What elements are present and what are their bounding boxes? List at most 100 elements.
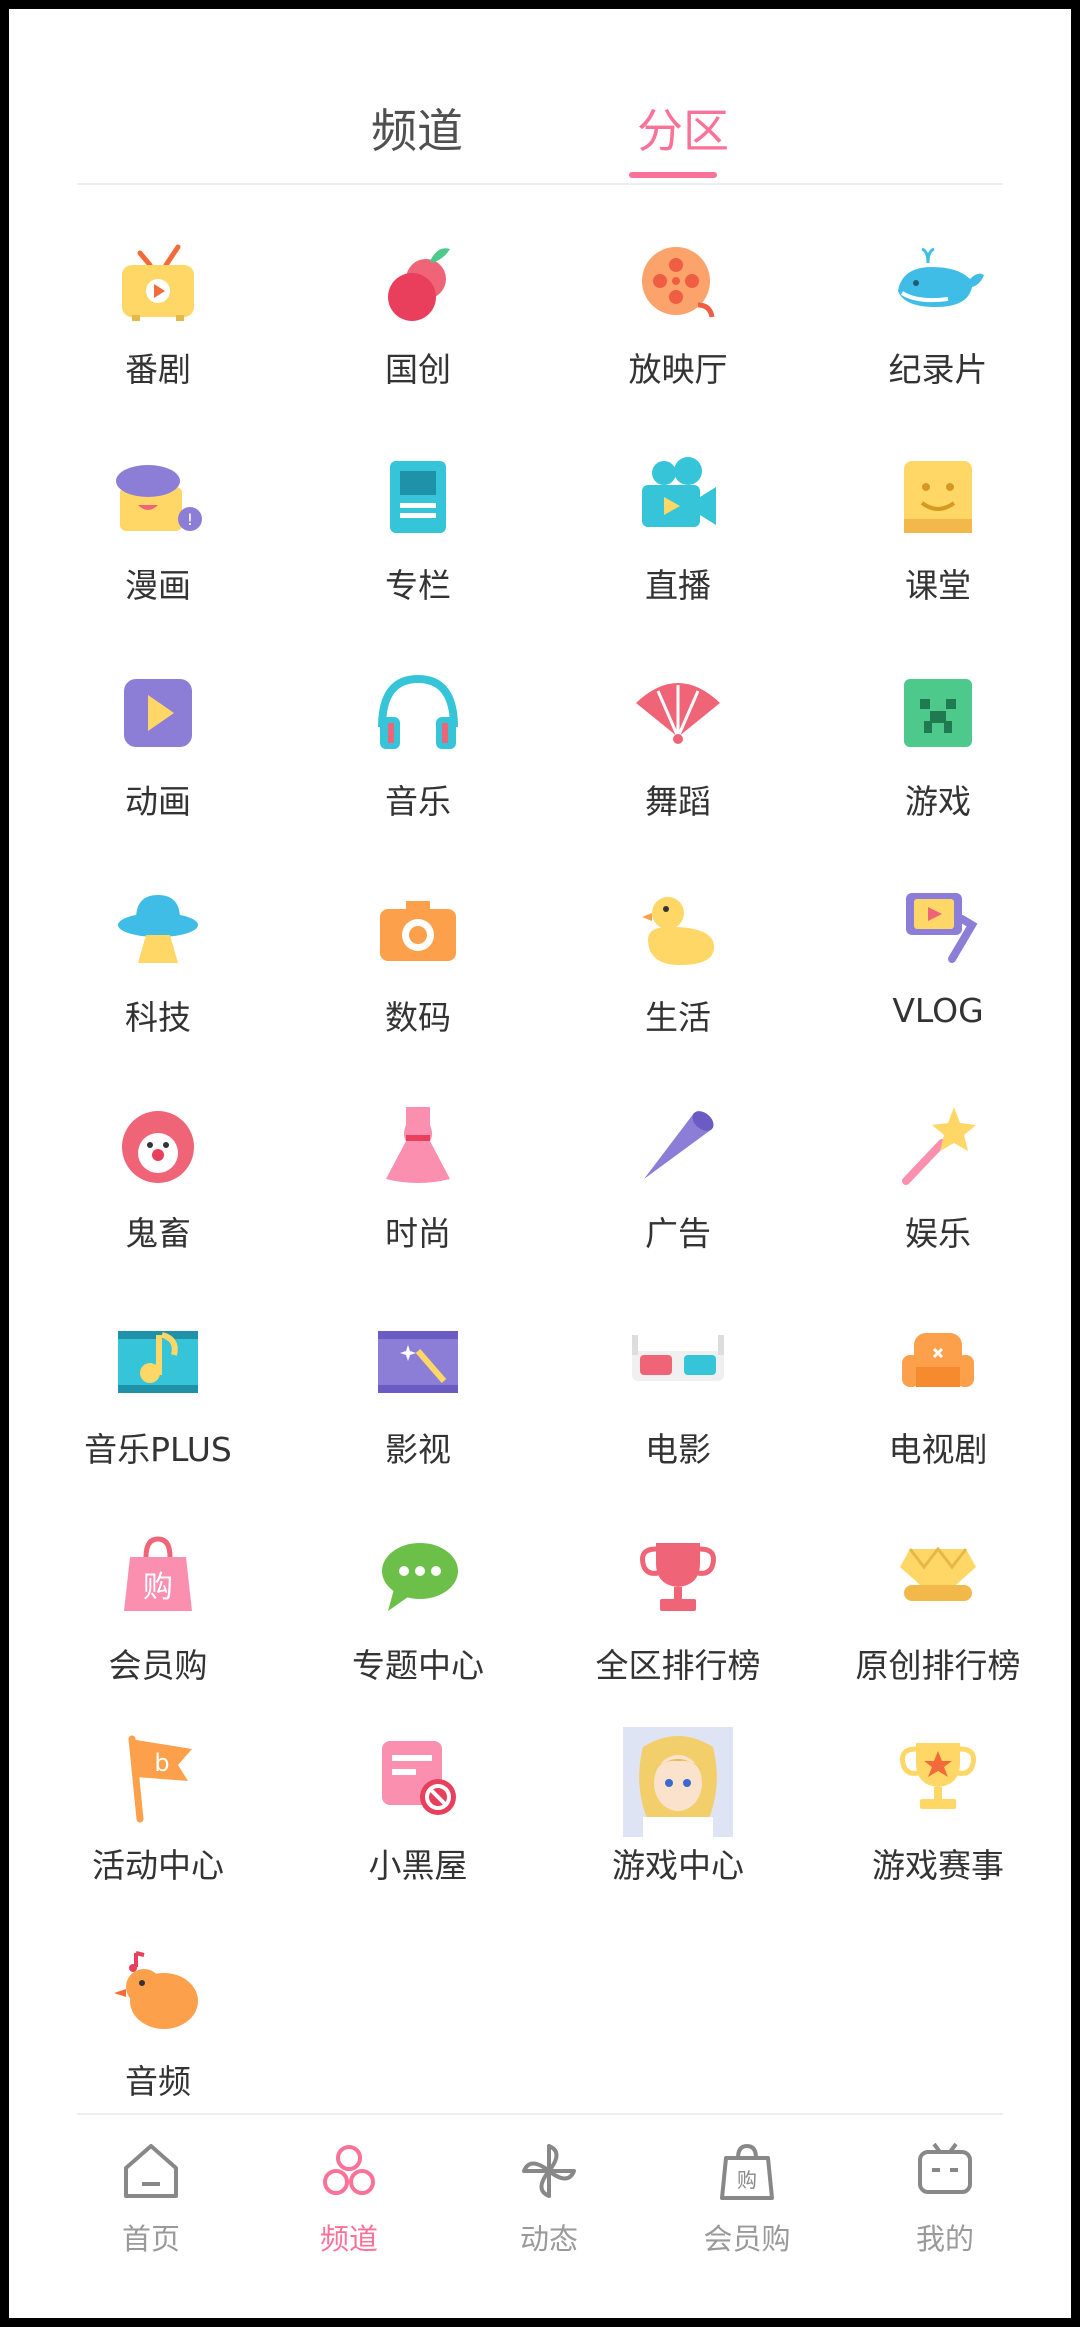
- category-item-youxi-zhongxin[interactable]: 游戏中心: [583, 1727, 773, 1897]
- tab-category[interactable]: 分区: [583, 101, 783, 161]
- category-label: 小黑屋: [368, 1846, 468, 1885]
- category-item-keji[interactable]: 科技: [63, 879, 253, 1049]
- category-label: 漫画: [125, 566, 191, 605]
- category-item-yinyue[interactable]: 音乐: [323, 663, 513, 833]
- category-label: 科技: [125, 998, 191, 1037]
- article-icon: [368, 447, 468, 547]
- category-item-quanqu-paihangbang[interactable]: 全区排行榜: [583, 1527, 773, 1697]
- tab-active-indicator: [629, 172, 717, 178]
- category-label: 全区排行榜: [595, 1646, 761, 1685]
- camera-video-icon: [628, 447, 728, 547]
- nav-dynamic[interactable]: 动态: [479, 2138, 619, 2278]
- star-trophy-icon: [888, 1727, 988, 1827]
- home-icon: [124, 2144, 178, 2198]
- category-item-shenghuo[interactable]: 生活: [583, 879, 773, 1049]
- megaphone-icon: [628, 1095, 728, 1195]
- vlog-stabilizer-icon: [888, 879, 988, 979]
- tabs-divider: [77, 183, 1003, 185]
- nav-label: 首页: [121, 2222, 180, 2256]
- category-item-zhuanti-zhongxin[interactable]: 专题中心: [323, 1527, 513, 1697]
- duck-icon: [628, 879, 728, 979]
- category-item-zhuanlan[interactable]: 专栏: [323, 447, 513, 617]
- category-item-huiyuangou[interactable]: 购 会员购: [63, 1527, 253, 1697]
- category-label: 游戏赛事: [872, 1846, 1004, 1885]
- category-label: 课堂: [905, 566, 971, 605]
- category-item-zhibo[interactable]: 直播: [583, 447, 773, 617]
- category-item-yinyue-plus[interactable]: 音乐PLUS: [63, 1311, 253, 1481]
- category-item-huodong-zhongxin[interactable]: b 活动中心: [63, 1727, 253, 1897]
- channel-icon: [323, 2145, 375, 2195]
- category-item-ketang[interactable]: 课堂: [843, 447, 1033, 617]
- classroom-icon: [888, 447, 988, 547]
- category-item-yingshi[interactable]: 影视: [323, 1311, 513, 1481]
- fan-icon: [628, 663, 728, 763]
- comic-icon: !: [108, 447, 208, 547]
- category-item-shishang[interactable]: 时尚: [323, 1095, 513, 1265]
- nav-label: 频道: [319, 2222, 378, 2256]
- category-item-shuma[interactable]: 数码: [323, 879, 513, 1049]
- category-item-yule[interactable]: 娱乐: [843, 1095, 1033, 1265]
- category-label: 音乐: [385, 782, 451, 821]
- nav-channel[interactable]: 频道: [279, 2138, 419, 2278]
- category-label: VLOG: [892, 991, 984, 1030]
- screen: 频道 分区 番剧 国创 放映厅 纪录片 ! 漫画 专栏 直播 课堂 动画 音乐 …: [9, 9, 1071, 2318]
- category-item-donghua[interactable]: 动画: [63, 663, 253, 833]
- category-item-fanju[interactable]: 番剧: [63, 231, 253, 401]
- category-label: 游戏: [905, 782, 971, 821]
- svg-text:购: 购: [143, 1570, 173, 1605]
- category-label: 生活: [645, 998, 711, 1037]
- category-item-dianshiju[interactable]: 电视剧: [843, 1311, 1033, 1481]
- shopping-bag-icon: 购: [108, 1527, 208, 1627]
- star-wand-icon: [888, 1095, 988, 1195]
- anime-avatar-icon: [623, 1727, 733, 1837]
- dress-icon: [368, 1095, 468, 1195]
- category-label: 原创排行榜: [855, 1646, 1021, 1685]
- category-item-jilupian[interactable]: 纪录片: [843, 231, 1033, 401]
- animation-play-icon: [108, 663, 208, 763]
- category-item-yuanchuang-paihangbang[interactable]: 原创排行榜: [843, 1527, 1033, 1697]
- category-item-xiaoheiwu[interactable]: 小黑屋: [323, 1727, 513, 1897]
- category-item-guochuang[interactable]: 国创: [323, 231, 513, 401]
- ufo-icon: [108, 879, 208, 979]
- flag-icon: b: [108, 1727, 208, 1827]
- nav-member-shop[interactable]: 购 会员购: [677, 2138, 817, 2278]
- bottom-nav: 首页 频道 动态 购 会员购 我的: [9, 2114, 1071, 2318]
- headphones-icon: [368, 663, 468, 763]
- category-item-youxi[interactable]: 游戏: [843, 663, 1033, 833]
- category-label: 时尚: [385, 1214, 451, 1253]
- tv-face-icon: [918, 2142, 972, 2194]
- tab-channel[interactable]: 频道: [317, 101, 517, 161]
- category-item-guichu[interactable]: 鬼畜: [63, 1095, 253, 1265]
- nav-mine[interactable]: 我的: [875, 2138, 1015, 2278]
- category-label: 国创: [385, 350, 451, 389]
- top-tabs: 频道 分区: [9, 9, 1071, 193]
- category-item-vlog[interactable]: VLOG: [843, 879, 1033, 1049]
- category-label: 番剧: [125, 350, 191, 389]
- category-label: 娱乐: [905, 1214, 971, 1253]
- music-note-film-icon: [108, 1311, 208, 1411]
- category-item-manhua[interactable]: ! 漫画: [63, 447, 253, 617]
- category-label: 纪录片: [888, 350, 988, 389]
- chat-bubble-icon: [368, 1527, 468, 1627]
- category-item-guanggao[interactable]: 广告: [583, 1095, 773, 1265]
- category-label: 舞蹈: [645, 782, 711, 821]
- category-item-wudao[interactable]: 舞蹈: [583, 663, 773, 833]
- pinwheel-icon: [522, 2144, 576, 2198]
- category-item-youxi-saishi[interactable]: 游戏赛事: [843, 1727, 1033, 1897]
- category-label: 专栏: [385, 566, 451, 605]
- category-label: 专题中心: [352, 1646, 484, 1685]
- game-block-icon: [888, 663, 988, 763]
- bird-icon: [108, 1943, 208, 2043]
- category-label: 影视: [385, 1430, 451, 1469]
- category-item-dianying[interactable]: 电影: [583, 1311, 773, 1481]
- category-item-yinpin[interactable]: 音频: [63, 1943, 253, 2113]
- nav-label: 动态: [519, 2222, 578, 2256]
- 3d-glasses-icon: [628, 1311, 728, 1411]
- category-label: 电视剧: [888, 1430, 988, 1469]
- category-label: 活动中心: [92, 1846, 224, 1885]
- svg-text:购: 购: [737, 2168, 757, 2192]
- nav-home[interactable]: 首页: [81, 2138, 221, 2278]
- category-item-fangyingting[interactable]: 放映厅: [583, 231, 773, 401]
- nav-label: 我的: [915, 2222, 974, 2256]
- film-magic-icon: [368, 1311, 468, 1411]
